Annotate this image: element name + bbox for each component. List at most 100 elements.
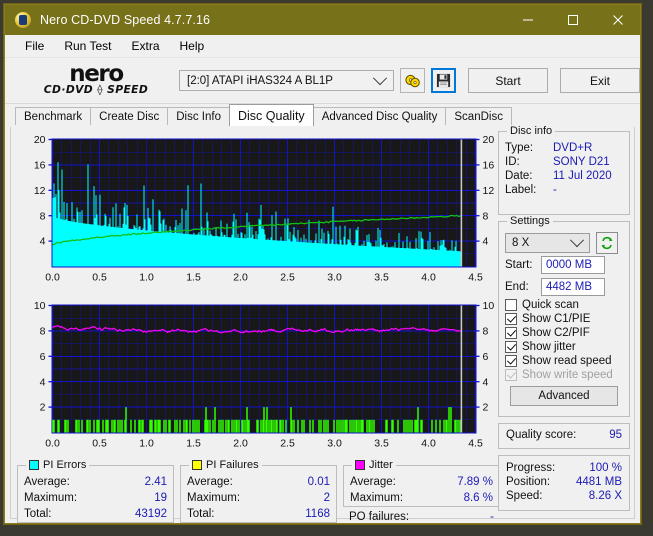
progress-row: Progress: 100 % — [506, 462, 622, 474]
table-row: Average: 0.01 — [187, 476, 330, 488]
svg-text:8: 8 — [40, 210, 46, 222]
jitter-stats: Jitter Average: 7.89 % Maximum: 8.6 % — [343, 459, 500, 507]
checkbox-show-c2-pif[interactable]: Show C2/PIF — [499, 326, 629, 340]
table-row: Average: 2.41 — [24, 476, 167, 488]
tab-disc-quality[interactable]: Disc Quality — [229, 104, 314, 126]
disc-info-title: Disc info — [507, 125, 556, 137]
maximize-button[interactable] — [550, 5, 595, 35]
refresh-button[interactable] — [596, 232, 618, 254]
pi-failures-stats: PI Failures Average: 0.01 Maximum: 2 Tot… — [180, 459, 337, 523]
pi-errors-chart[interactable]: 4 4 8 8 12 12 16 16 20 20 0.0 0.5 1.0 1.5 2.0 2.5 3.0 3.5… — [15, 131, 502, 296]
svg-text:16: 16 — [483, 160, 495, 172]
tab-benchmark[interactable]: Benchmark — [15, 107, 92, 126]
svg-text:4: 4 — [483, 236, 489, 248]
svg-text:3.0: 3.0 — [327, 438, 342, 450]
table-row: Average: 7.89 % — [350, 476, 493, 488]
charts-container: 4 4 8 8 12 12 16 16 20 20 0.0 0.5 1.0 1.5 2.0 2.5 3.0 3.5… — [15, 131, 502, 459]
svg-text:0.0: 0.0 — [45, 272, 60, 284]
checkbox-show-read-speed[interactable]: Show read speed — [499, 354, 629, 368]
menu-bar: File Run Test Extra Help — [5, 35, 640, 58]
pi-failures-stats-label: PI Failures — [206, 459, 259, 471]
advanced-button[interactable]: Advanced — [510, 386, 618, 406]
quality-score-row: Quality score: 95 — [499, 424, 629, 446]
checkbox-label: Show C1/PIE — [522, 313, 591, 325]
start-input[interactable]: 0000 MB — [541, 256, 605, 274]
checkbox-box — [505, 341, 517, 353]
svg-text:3.5: 3.5 — [374, 438, 389, 450]
svg-text:2.5: 2.5 — [280, 438, 295, 450]
progress-group: Progress: 100 % Position: 4481 MB Speed:… — [498, 455, 630, 511]
svg-text:0.5: 0.5 — [92, 272, 107, 284]
exit-button[interactable]: Exit — [560, 68, 640, 93]
checkbox-show-c1-pie[interactable]: Show C1/PIE — [499, 312, 629, 326]
end-input[interactable]: 4482 MB — [541, 278, 605, 296]
svg-text:8: 8 — [483, 210, 489, 222]
checkbox-box — [505, 299, 517, 311]
pi-errors-stats-label: PI Errors — [43, 459, 87, 471]
minimize-button[interactable] — [505, 5, 550, 35]
tab-disc-info[interactable]: Disc Info — [167, 107, 230, 126]
table-row: Maximum: 19 — [24, 492, 167, 504]
table-row: Maximum: 2 — [187, 492, 330, 504]
checkbox-label: Quick scan — [522, 299, 579, 311]
table-row: Total: 1168 — [187, 508, 330, 520]
svg-text:4.0: 4.0 — [421, 438, 436, 450]
menu-extra[interactable]: Extra — [121, 37, 169, 55]
svg-text:12: 12 — [483, 185, 495, 197]
tab-scandisc[interactable]: ScanDisc — [445, 107, 512, 126]
disc-type-row: Type: DVD+R — [505, 142, 593, 154]
chevron-down-icon — [372, 70, 388, 85]
pi-errors-chart-svg: 4 4 8 8 12 12 16 16 20 20 0.0 0.5 1.0 1.5 2.0 2.5 3.0 3.5… — [34, 134, 495, 284]
tab-strip: Benchmark Create Disc Disc Info Disc Qua… — [5, 104, 640, 126]
checkbox-label: Show jitter — [522, 341, 576, 353]
pi-errors-stats-title: PI Errors — [26, 459, 90, 471]
start-button[interactable]: Start — [468, 68, 548, 93]
svg-text:3.5: 3.5 — [374, 272, 389, 284]
svg-text:2: 2 — [483, 402, 489, 414]
svg-text:2.5: 2.5 — [280, 272, 295, 284]
pi-errors-stats: PI Errors Average: 2.41 Maximum: 19 Tota… — [17, 459, 174, 523]
quality-score-label: Quality score: — [506, 429, 577, 441]
disc-quality-panel: 4 4 8 8 12 12 16 16 20 20 0.0 0.5 1.0 1.5 2.0 2.5 3.0 3.5… — [10, 125, 635, 523]
sidebar: Disc info Type: DVD+R ID: SONY D21 Date:… — [498, 125, 630, 517]
menu-file[interactable]: File — [15, 37, 54, 55]
checkbox-show-jitter[interactable]: Show jitter — [499, 340, 629, 354]
disc-speed-button[interactable] — [400, 68, 425, 93]
svg-text:2: 2 — [40, 402, 46, 414]
tab-create-disc[interactable]: Create Disc — [90, 107, 169, 126]
jitter-color-swatch — [355, 460, 365, 470]
svg-text:8: 8 — [40, 326, 46, 338]
pi-failures-jitter-chart[interactable]: 2 2 4 4 6 6 8 8 10 10 0.0 0.5 1.0 1.5 2.0 2.5 3.0 3.5 4.0 4… — [15, 297, 502, 459]
checkbox-label: Show write speed — [522, 369, 613, 381]
svg-text:4.0: 4.0 — [421, 272, 436, 284]
scan-speed-select[interactable]: 8 X — [505, 233, 590, 253]
pi-failures-stats-title: PI Failures — [189, 459, 262, 471]
svg-text:20: 20 — [483, 134, 495, 146]
svg-text:12: 12 — [34, 185, 46, 197]
svg-text:8: 8 — [483, 326, 489, 338]
menu-help[interactable]: Help — [170, 37, 215, 55]
save-button[interactable] — [431, 68, 456, 93]
chevron-down-icon — [569, 233, 585, 248]
svg-text:4: 4 — [40, 376, 46, 388]
po-failures-row: PO failures: - — [349, 511, 494, 523]
svg-text:2.0: 2.0 — [233, 438, 248, 450]
drive-select-value: [2:0] ATAPI iHAS324 A BL1P — [187, 74, 333, 87]
close-button[interactable] — [595, 5, 640, 35]
scan-speed-value: 8 X — [512, 237, 530, 249]
svg-text:20: 20 — [34, 134, 46, 146]
disc-label-row: Label: - — [505, 184, 557, 196]
disc-id-row: ID: SONY D21 — [505, 156, 610, 168]
disc-date-row: Date: 11 Jul 2020 — [505, 170, 612, 182]
svg-text:2.0: 2.0 — [233, 272, 248, 284]
drive-select[interactable]: [2:0] ATAPI iHAS324 A BL1P — [179, 70, 394, 91]
nero-logo: nero CD·DVD ⟠ SPEED — [21, 63, 171, 97]
menu-run-test[interactable]: Run Test — [54, 37, 121, 55]
svg-text:0.0: 0.0 — [45, 438, 60, 450]
start-field-row: Start: 0000 MB — [499, 254, 629, 276]
checkbox-quick-scan[interactable]: Quick scan — [499, 298, 629, 312]
quality-score-value: 95 — [609, 429, 622, 441]
tab-advanced-disc-quality[interactable]: Advanced Disc Quality — [312, 107, 447, 126]
svg-text:1.5: 1.5 — [186, 438, 201, 450]
jitter-stats-label: Jitter — [369, 459, 393, 471]
